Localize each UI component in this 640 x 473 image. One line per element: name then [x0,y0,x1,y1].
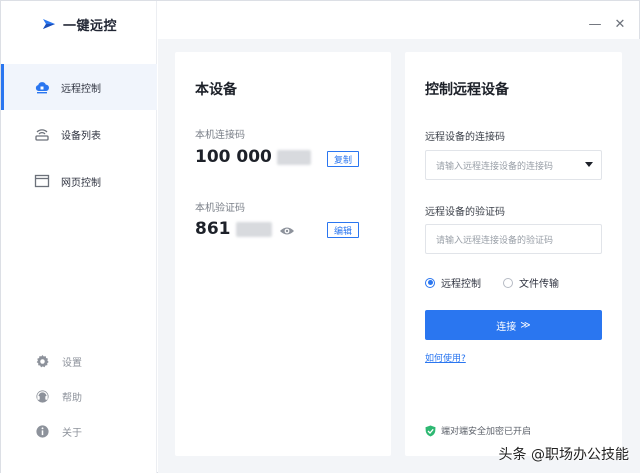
sidebar-item-label: 设备列表 [61,130,101,142]
sidebar-item-device-list[interactable]: 设备列表 [1,111,157,157]
remote-verify-code-input[interactable]: 请输入远程连接设备的验证码 [425,224,602,254]
verify-code-label: 本机验证码 [195,203,245,214]
about-label: 关于 [62,427,82,439]
remote-verify-code-label: 远程设备的验证码 [425,207,505,218]
remote-connect-code-label: 远程设备的连接码 [425,132,505,143]
minimize-icon: — [588,16,602,32]
connect-code-label: 本机连接码 [195,130,245,141]
radio-unselected-icon [503,277,513,288]
device-list-icon [34,126,50,142]
radio-remote-control[interactable]: 远程控制 [425,275,481,290]
radio-file-transfer-label: 文件传输 [519,279,559,290]
remote-device-card [405,52,622,456]
sidebar-item-label: 网页控制 [61,177,101,189]
security-status: 端对端安全加密已开启 [425,424,531,437]
copy-button-label: 复制 [334,155,353,166]
cloud-remote-icon [34,79,50,95]
sidebar-item-about[interactable]: 关于 [1,419,157,443]
remote-connect-code-placeholder: 请输入远程连接设备的连接码 [436,161,554,172]
shield-check-icon [425,425,436,436]
this-device-title: 本设备 [195,82,237,98]
sidebar-item-help[interactable]: 帮助 [1,384,157,408]
close-button[interactable]: ✕ [613,16,627,32]
how-to-use-link[interactable]: 如何使用? [425,351,466,364]
sidebar-item-settings[interactable]: 设置 [1,349,157,373]
logo-icon [43,19,55,29]
help-label: 帮助 [62,392,82,404]
remote-connect-code-input[interactable]: 请输入远程连接设备的连接码 [425,150,602,180]
edit-button-label: 编辑 [334,226,353,237]
app-window: 一键远控 远程控制 设备列表 网页控制 设置 帮助 关于 — ✕ 本设备 本机连… [0,0,640,473]
sidebar: 一键远控 远程控制 设备列表 网页控制 设置 帮助 关于 [1,1,157,473]
watermark-text: 头条 @职场办公技能 [498,447,629,463]
connect-code-redacted [276,149,311,165]
connect-code-value: 100 000 [195,147,311,167]
radio-selected-icon [425,277,435,288]
verify-code-text: 861 [195,219,231,239]
close-icon: ✕ [614,16,626,32]
app-logo: 一键远控 [41,13,117,35]
copy-button[interactable]: 复制 [327,151,360,167]
watermark: 头条 @职场办公技能 [499,444,629,464]
radio-remote-control-label: 远程控制 [441,279,481,290]
remote-verify-code-placeholder: 请输入远程连接设备的验证码 [436,235,554,246]
eye-icon[interactable] [279,225,295,237]
edit-button[interactable]: 编辑 [327,222,360,238]
minimize-button[interactable]: — [588,16,602,32]
verify-code-redacted [235,221,272,237]
connect-button[interactable]: 连接 ≫ [425,310,602,340]
settings-label: 设置 [62,357,82,369]
chevron-down-icon[interactable] [585,162,593,167]
gear-icon [34,353,50,369]
double-chevron-right-icon: ≫ [520,319,531,331]
info-icon [34,423,50,439]
verify-code-value: 861 [195,219,272,239]
radio-file-transfer[interactable]: 文件传输 [503,275,559,290]
connect-code-text: 100 000 [195,147,272,167]
remote-device-title: 控制远程设备 [425,82,509,98]
browser-window-icon [34,173,50,189]
sidebar-item-remote-control[interactable]: 远程控制 [1,64,157,110]
help-icon [34,388,50,404]
app-title: 一键远控 [63,18,118,34]
sidebar-item-web-control[interactable]: 网页控制 [1,158,157,204]
sidebar-item-label: 远程控制 [61,83,101,95]
connect-button-label: 连接 [496,321,517,333]
this-device-card [175,52,391,456]
security-status-text: 端对端安全加密已开启 [441,427,532,437]
